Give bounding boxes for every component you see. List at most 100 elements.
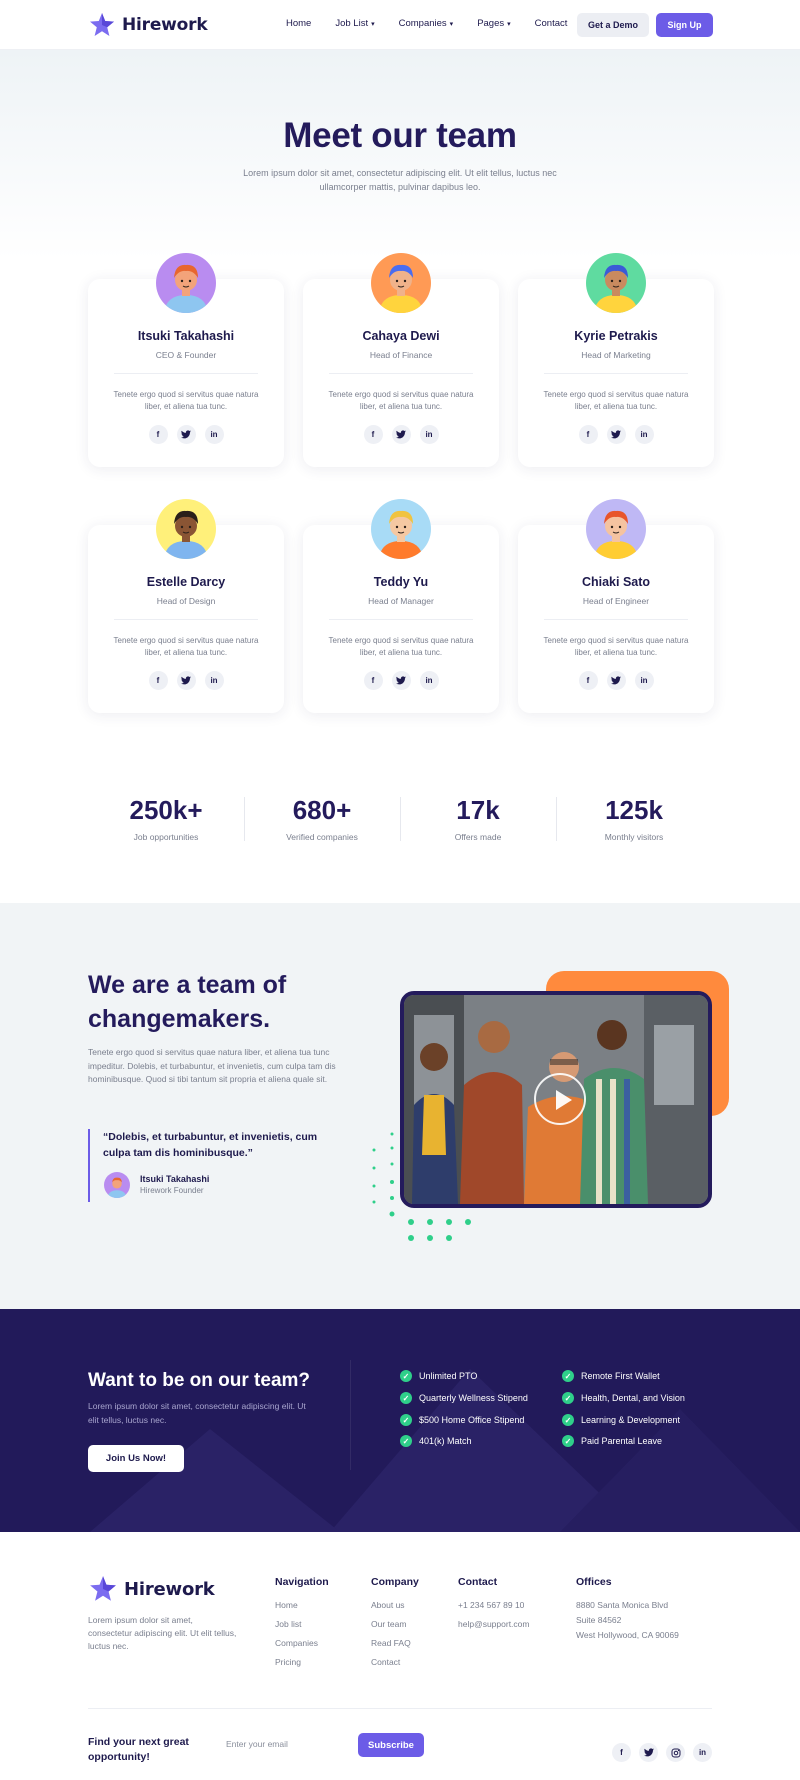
footer-link[interactable]: Read FAQ xyxy=(371,1638,419,1648)
stat-value: 680+ xyxy=(292,795,352,825)
chevron-down-icon: ▾ xyxy=(507,21,511,28)
perk-label: Learning & Development xyxy=(581,1415,681,1425)
team-card: Estelle Darcy Head of Design Tenete ergo q… xyxy=(88,499,284,713)
footer-column-company: Company About us Our team Read FAQ Conta… xyxy=(371,1576,419,1676)
perk-item: ✓ Unlimited PTO xyxy=(400,1370,477,1382)
perk-item: ✓ Health, Dental, and Vision xyxy=(562,1392,685,1404)
check-icon: ✓ xyxy=(400,1392,412,1404)
footer-logo[interactable]: Hirework xyxy=(88,1574,215,1604)
check-icon: ✓ xyxy=(562,1414,574,1426)
instagram-icon[interactable] xyxy=(666,1743,685,1762)
twitter-icon[interactable] xyxy=(606,671,626,690)
avatar-illustration xyxy=(371,499,431,559)
member-description: Tenete ergo quod si servitus quae natura… xyxy=(113,636,259,657)
nav-label: Contact xyxy=(534,18,568,29)
footer-link[interactable]: About us xyxy=(371,1600,419,1610)
footer-cta: Find your next great opportunity! xyxy=(88,1736,189,1763)
hero-subtitle: Lorem ipsum dolor sit amet, consectetur … xyxy=(243,168,557,192)
footer-link[interactable]: Home xyxy=(275,1600,329,1610)
member-role: Head of Engineer xyxy=(582,596,650,606)
facebook-icon[interactable]: f xyxy=(363,671,383,690)
email-input[interactable]: Enter your email xyxy=(213,1732,353,1756)
twitter-icon[interactable] xyxy=(391,671,411,690)
member-role: CEO & Founder xyxy=(155,350,217,360)
footer-divider xyxy=(88,1708,712,1709)
linkedin-icon[interactable]: in xyxy=(419,671,439,690)
footer-phone-link[interactable]: +1 234 567 89 10 xyxy=(458,1600,529,1610)
footer-link[interactable]: Companies xyxy=(275,1638,329,1648)
instagram-glyph xyxy=(671,1748,680,1757)
perk-label: Unlimited PTO xyxy=(419,1371,478,1381)
facebook-icon[interactable]: f xyxy=(578,425,598,444)
footer-link[interactable]: Pricing xyxy=(275,1657,329,1667)
linkedin-icon[interactable]: in xyxy=(419,425,439,444)
member-name: Itsuki Takahashi xyxy=(137,329,235,343)
facebook-icon[interactable]: f xyxy=(612,1743,631,1762)
stat-item: 250k+ Job opportunities xyxy=(88,795,244,845)
perk-item: ✓ $500 Home Office Stipend xyxy=(400,1414,524,1426)
linkedin-icon[interactable]: in xyxy=(204,425,224,444)
get-demo-button[interactable]: Get a Demo xyxy=(577,13,649,37)
footer-link[interactable]: Our team xyxy=(371,1619,419,1629)
perk-item: ✓ Paid Parental Leave xyxy=(562,1435,662,1447)
chevron-down-icon: ▾ xyxy=(449,21,454,28)
avatar xyxy=(371,499,431,559)
member-role: Head of Finance xyxy=(369,350,433,360)
twitter-icon[interactable] xyxy=(176,671,196,690)
sign-up-button[interactable]: Sign Up xyxy=(656,13,713,37)
facebook-icon[interactable]: f xyxy=(578,671,598,690)
check-icon: ✓ xyxy=(562,1435,574,1447)
team-card: Chiaki Sato Head of Engineer Tenete ergo q… xyxy=(518,499,714,713)
nav-label: Pages xyxy=(477,18,505,29)
footer-column-navigation: Navigation Home Job list Companies Prici… xyxy=(275,1576,329,1676)
perk-item: ✓ 401(k) Match xyxy=(400,1435,472,1447)
facebook-icon[interactable]: f xyxy=(363,425,383,444)
stats-row: 250k+ Job opportunities 680+ Verified co… xyxy=(88,795,712,845)
linkedin-icon[interactable]: in xyxy=(634,425,654,444)
linkedin-icon[interactable]: in xyxy=(634,671,654,690)
footer-link[interactable]: Contact xyxy=(371,1657,419,1667)
nav-item-pages[interactable]: Pages ▾ xyxy=(477,18,510,29)
facebook-icon[interactable]: f xyxy=(148,671,168,690)
member-name: Cahaya Dewi xyxy=(362,329,440,343)
perk-label: 401(k) Match xyxy=(419,1436,472,1446)
nav-item-companies[interactable]: Companies ▾ xyxy=(399,18,454,29)
twitter-icon[interactable] xyxy=(391,425,411,444)
member-role: Head of Design xyxy=(156,596,216,606)
chevron-down-icon: ▾ xyxy=(371,21,375,28)
footer-column-title: Company xyxy=(371,1576,419,1588)
member-description: Tenete ergo quod si servitus quae natura… xyxy=(328,636,474,657)
linkedin-icon[interactable]: in xyxy=(204,671,224,690)
footer-address-line: Suite 84562 xyxy=(576,1615,622,1625)
stat-value: 125k xyxy=(605,795,663,825)
avatar xyxy=(586,499,646,559)
stat-item: 17k Offers made xyxy=(400,795,556,845)
avatar-illustration xyxy=(586,253,646,313)
logo[interactable]: Hirework xyxy=(88,11,208,39)
stat-value: 250k+ xyxy=(129,795,203,825)
team-card: Teddy Yu Head of Manager Tenete ergo quod … xyxy=(303,499,499,713)
footer-link[interactable]: Job list xyxy=(275,1619,329,1629)
divider xyxy=(114,373,258,374)
twitter-icon[interactable] xyxy=(606,425,626,444)
nav-item-contact[interactable]: Contact xyxy=(535,18,568,29)
linkedin-icon[interactable]: in xyxy=(693,1743,712,1762)
quote-accent-bar xyxy=(88,1129,90,1202)
avatar xyxy=(156,499,216,559)
play-video-icon[interactable] xyxy=(534,1073,586,1125)
subscribe-button[interactable]: Subscribe xyxy=(358,1733,424,1757)
footer-column-contact: Contact +1 234 567 89 10 help@support.co… xyxy=(458,1576,529,1638)
join-us-button[interactable]: Join Us Now! xyxy=(88,1445,184,1472)
twitter-icon[interactable] xyxy=(176,425,196,444)
footer-email-link[interactable]: help@support.com xyxy=(458,1619,529,1629)
perk-item: ✓ Quarterly Wellness Stipend xyxy=(400,1392,528,1404)
nav-item-job-list[interactable]: Job List ▾ xyxy=(335,18,374,29)
footer-column-title: Contact xyxy=(458,1576,498,1588)
nav-label: Companies xyxy=(398,18,447,29)
decorative-dots xyxy=(372,1132,471,1241)
nav-item-home[interactable]: Home xyxy=(286,18,311,29)
twitter-icon[interactable] xyxy=(639,1743,658,1762)
footer-column-title: Offices xyxy=(576,1576,612,1588)
divider xyxy=(329,373,473,374)
facebook-icon[interactable]: f xyxy=(148,425,168,444)
